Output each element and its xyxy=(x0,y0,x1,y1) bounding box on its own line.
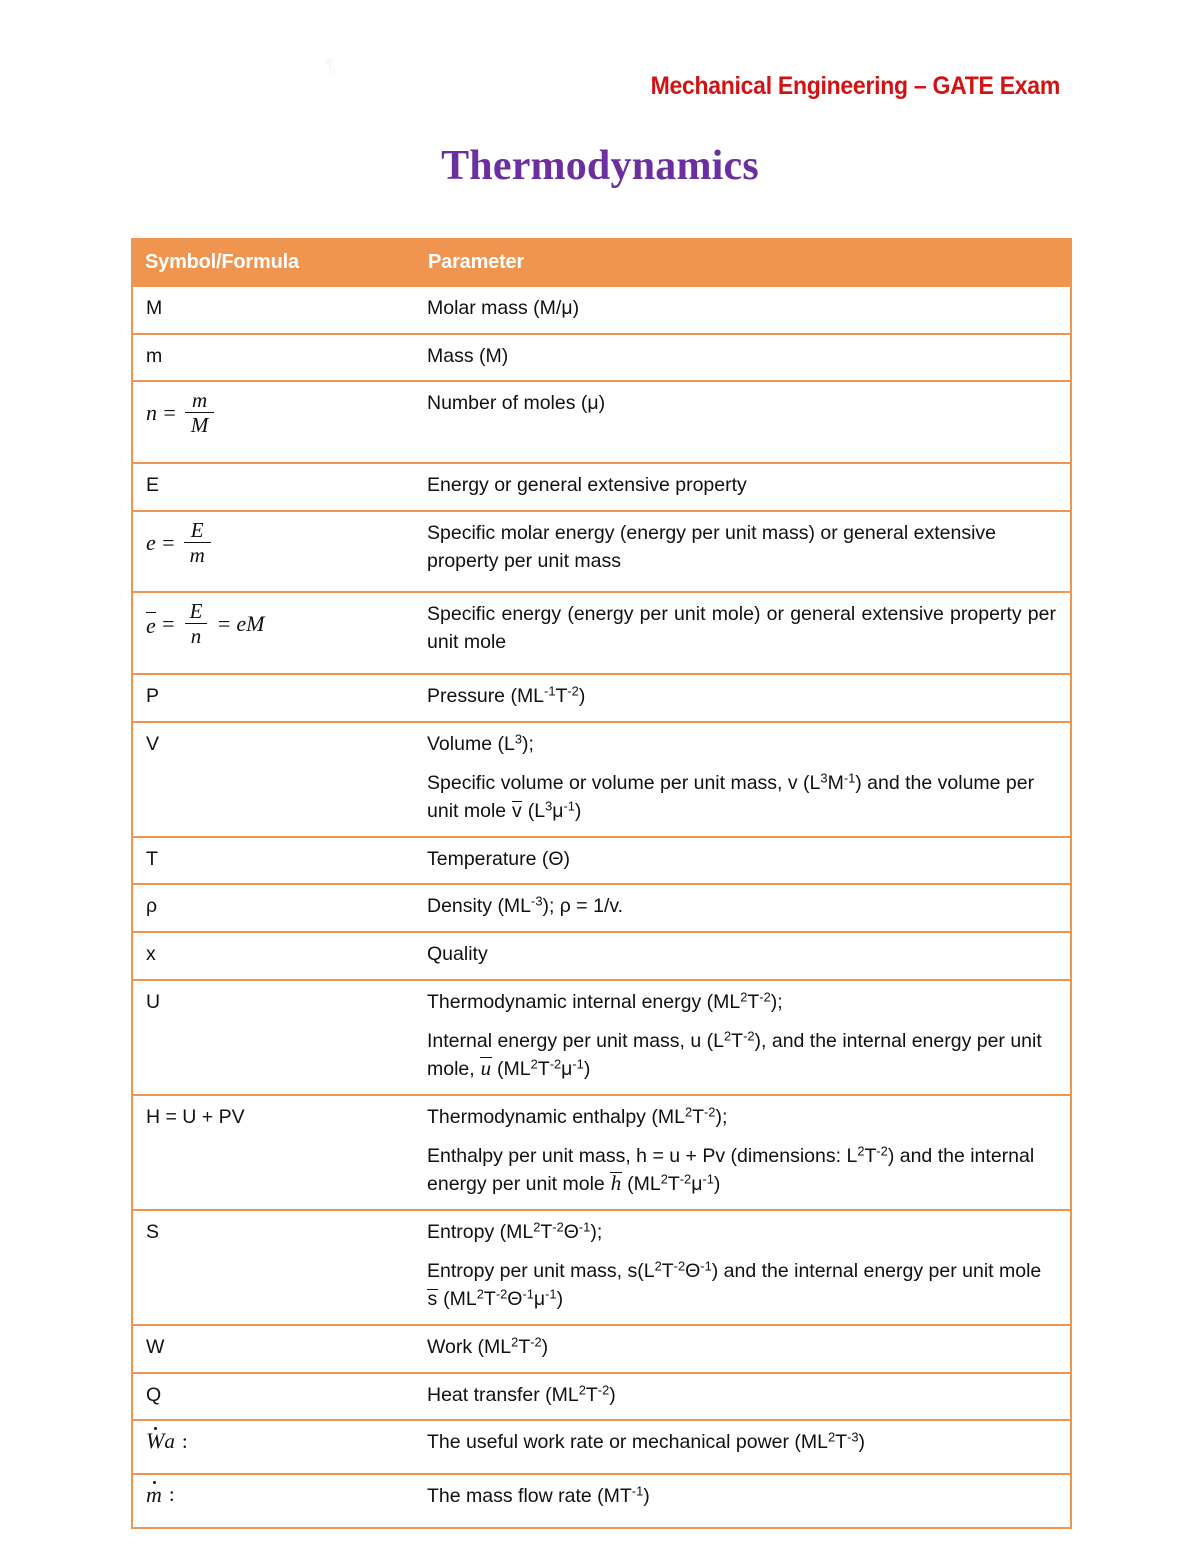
table-row: e = Em Specific molar energy (energy per u… xyxy=(132,510,1071,594)
parameter-line: Entropy (ML2T-2Θ-1); xyxy=(427,1219,603,1243)
parameter-cell: Energy or general extensive property xyxy=(418,462,1071,513)
page-title: Thermodynamics xyxy=(441,143,759,189)
parameter-cell: The useful work rate or mechanical power… xyxy=(418,1419,1071,1475)
column-header-parameter: Parameter xyxy=(417,238,1072,287)
symbol-cell: Q xyxy=(132,1371,418,1422)
table-row: T Temperature (Θ) xyxy=(132,835,1071,886)
parameter-line: Number of moles (μ) xyxy=(427,392,606,415)
formula-useful-work-rate: Wa: xyxy=(146,1427,188,1454)
parameter-cell: Heat transfer (ML2T-2) xyxy=(418,1371,1071,1422)
parameter-cell: Temperature (Θ) xyxy=(418,835,1071,886)
symbol-cell: U xyxy=(132,978,418,1096)
column-header-symbol: Symbol/Formula xyxy=(131,238,419,287)
table-header-row: Symbol/Formula Parameter xyxy=(131,238,1072,287)
parameter-cell: Volume (L3); Specific volume or volume p… xyxy=(418,720,1071,838)
symbol-cell-formula: e = Em xyxy=(132,510,418,594)
symbol-cell: M xyxy=(132,285,418,335)
formula-n-equals-m-over-M: n = m M xyxy=(146,390,217,436)
parameter-line: The mass flow rate (MT-1) xyxy=(427,1483,650,1507)
parameter-line: Thermodynamic enthalpy (ML2T-2); xyxy=(427,1104,728,1128)
table-row: Q Heat transfer (ML2T-2) xyxy=(132,1371,1071,1422)
parameter-line: Specific energy (energy per unit mole) o… xyxy=(427,603,1056,654)
symbol-cell: T xyxy=(132,835,418,886)
parameter-cell: Thermodynamic internal energy (ML2T-2); … xyxy=(418,978,1071,1096)
parameter-line: Heat transfer (ML2T-2) xyxy=(427,1381,616,1406)
symbol-cell: m xyxy=(132,332,418,383)
symbol-cell-formula: e = En = eM xyxy=(132,591,418,675)
parameter-line: Thermodynamic internal energy (ML2T-2); xyxy=(427,988,783,1013)
table-row: x Quality xyxy=(132,930,1071,981)
symbol-cell-formula: m: xyxy=(132,1472,418,1529)
table-row: M Molar mass (M/μ) xyxy=(132,285,1071,335)
symbol-cell: x xyxy=(132,930,418,981)
table-row: Wa: The useful work rate or mechanical p… xyxy=(132,1419,1071,1475)
parameter-cell: Number of moles (μ) xyxy=(418,380,1071,465)
symbol-cell: H = U + PV xyxy=(132,1093,418,1211)
parameter-cell: Pressure (ML-1T-2) xyxy=(418,672,1071,723)
symbol-cell: E xyxy=(132,462,418,513)
parameter-line: Density (ML-3); ρ = 1/v. xyxy=(427,893,624,918)
symbol-parameter-table-wrapper: Symbol/Formula Parameter M Molar mass (M… xyxy=(131,238,1072,1529)
parameter-cell: Mass (M) xyxy=(418,332,1071,383)
table-row: m: The mass flow rate (MT-1) xyxy=(132,1472,1071,1529)
parameter-line: Volume (L3); xyxy=(427,730,534,755)
parameter-cell: Specific energy (energy per unit mole) o… xyxy=(418,591,1071,675)
table-row: ρ Density (ML-3); ρ = 1/v. xyxy=(132,883,1071,933)
table-row: n = m M Number of moles (μ) xyxy=(132,380,1071,465)
table-row: e = En = eM Specific energy (energy per unit… xyxy=(132,591,1071,675)
table-row: P Pressure (ML-1T-2) xyxy=(132,672,1071,723)
document-page: ¶ Mechanical Engineering – GATE Exam The… xyxy=(0,0,1200,1553)
table-row: W Work (ML2T-2) xyxy=(132,1323,1071,1374)
parameter-cell: Molar mass (M/μ) xyxy=(418,285,1071,335)
table-row: S Entropy (ML2T-2Θ-1); Entropy per unit … xyxy=(132,1208,1071,1326)
table-row: H = U + PV Thermodynamic enthalpy (ML2T-… xyxy=(132,1093,1071,1211)
table-row: U Thermodynamic internal energy (ML2T-2)… xyxy=(132,978,1071,1096)
table-row: V Volume (L3); Specific volume or volume… xyxy=(132,720,1071,838)
parameter-cell: Work (ML2T-2) xyxy=(418,1323,1071,1374)
formula-mass-flow-rate: m: xyxy=(146,1480,175,1507)
symbol-cell: S xyxy=(132,1208,418,1326)
table-row: E Energy or general extensive property xyxy=(132,462,1071,513)
parameter-line: The useful work rate or mechanical power… xyxy=(427,1429,866,1454)
symbol-cell-formula: n = m M xyxy=(132,380,418,465)
parameter-cell: Thermodynamic enthalpy (ML2T-2); Enthalp… xyxy=(418,1093,1071,1211)
parameter-line: Internal energy per unit mass, u (L2T-2)… xyxy=(427,1028,1042,1080)
formula-e-equals-E-over-m: e = Em xyxy=(146,520,214,566)
symbol-cell-formula: Wa: xyxy=(132,1419,418,1475)
symbol-parameter-table: Symbol/Formula Parameter M Molar mass (M… xyxy=(131,238,1072,1529)
symbol-cell: W xyxy=(132,1323,418,1374)
parameter-line: Specific volume or volume per unit mass,… xyxy=(427,770,1035,822)
table-row: m Mass (M) xyxy=(132,332,1071,383)
running-head: Mechanical Engineering – GATE Exam xyxy=(650,72,1061,100)
formula-ebar-equals-E-over-n-equals-eM: e = En = eM xyxy=(146,599,265,649)
symbol-cell: ρ xyxy=(132,883,418,933)
symbol-cell: P xyxy=(132,672,418,723)
parameter-cell: Density (ML-3); ρ = 1/v. xyxy=(418,883,1071,933)
parameter-cell: Entropy (ML2T-2Θ-1); Entropy per unit ma… xyxy=(418,1208,1071,1326)
symbol-cell: V xyxy=(132,720,418,838)
parameter-line: Molar mass (M/μ) xyxy=(427,297,580,319)
parameter-cell: Quality xyxy=(418,930,1071,981)
parameter-line: Mass (M) xyxy=(427,344,509,367)
parameter-line: Specific molar energy (energy per unit m… xyxy=(427,522,997,572)
parameter-line: Work (ML2T-2) xyxy=(427,1334,549,1358)
parameter-cell: The mass flow rate (MT-1) xyxy=(418,1472,1071,1529)
parameter-line: Entropy per unit mass, s(L2T-2Θ-1) and t… xyxy=(427,1258,1042,1311)
parameter-cell: Specific molar energy (energy per unit m… xyxy=(418,510,1071,594)
parameter-line: Enthalpy per unit mass, h = u + Pv (dime… xyxy=(427,1143,1035,1196)
parameter-line: Pressure (ML-1T-2) xyxy=(427,683,586,707)
parameter-line: Energy or general extensive property xyxy=(427,474,747,497)
